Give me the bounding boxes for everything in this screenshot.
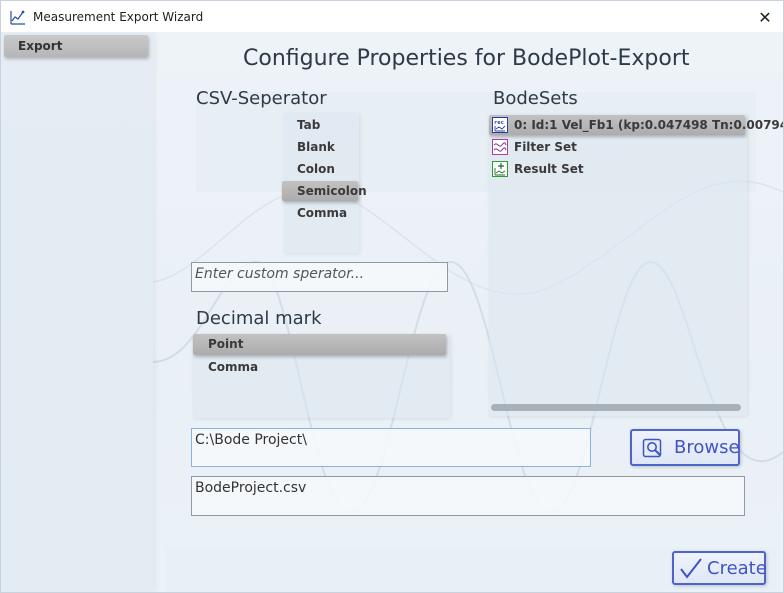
bodesets-title: BodeSets bbox=[493, 88, 578, 109]
bodeset-item-label: 0: Id:1 Vel_Fb1 (kp:0.047498 Tn:0.007947 bbox=[514, 118, 783, 132]
window-title: Measurement Export Wizard bbox=[33, 9, 204, 24]
csv-option-tab[interactable]: Tab bbox=[284, 115, 359, 135]
csv-separator-title: CSV-Seperator bbox=[196, 88, 327, 109]
bodeset-item-1[interactable]: Filter Set bbox=[489, 137, 745, 157]
create-button[interactable]: Create bbox=[672, 551, 767, 585]
create-label: Create bbox=[707, 557, 767, 579]
bodeset-item-label: Result Set bbox=[514, 162, 584, 176]
bodesets-list: rec 0: Id:1 Vel_Fb1 (kp:0.047498 Tn:0.00… bbox=[489, 114, 783, 416]
filter-set-icon bbox=[492, 139, 508, 155]
decimal-option-point[interactable]: Point bbox=[193, 334, 446, 355]
browse-search-icon bbox=[642, 437, 664, 459]
horizontal-scrollbar[interactable] bbox=[491, 404, 741, 411]
csv-option-colon[interactable]: Colon bbox=[284, 159, 359, 179]
app-chart-icon bbox=[9, 8, 27, 26]
svg-text:rec: rec bbox=[494, 120, 504, 126]
client-area: Export Configure Properties for BodePlot… bbox=[1, 32, 783, 592]
export-filename-field[interactable]: BodeProject.csv bbox=[191, 476, 745, 516]
browse-label: Browse bbox=[674, 437, 740, 458]
result-set-icon bbox=[492, 161, 508, 177]
csv-option-blank[interactable]: Blank bbox=[284, 137, 359, 157]
export-path-field[interactable]: C:\Bode Project\ bbox=[191, 428, 591, 467]
custom-separator-input[interactable]: Enter custom sperator... bbox=[191, 262, 448, 292]
bodeset-item-0[interactable]: rec 0: Id:1 Vel_Fb1 (kp:0.047498 Tn:0.00… bbox=[489, 115, 783, 135]
decimal-option-comma[interactable]: Comma bbox=[193, 357, 446, 377]
close-icon: ✕ bbox=[758, 7, 772, 27]
record-set-icon: rec bbox=[492, 117, 508, 133]
decimal-mark-list: Point Comma bbox=[193, 334, 450, 418]
title-bar: Measurement Export Wizard ✕ bbox=[1, 1, 783, 32]
csv-separator-list: Tab Blank Colon Semicolon Comma bbox=[282, 113, 367, 253]
wizard-window: Measurement Export Wizard ✕ Export Confi… bbox=[0, 0, 784, 593]
sidebar-item-export[interactable]: Export bbox=[4, 35, 148, 57]
decimal-mark-title: Decimal mark bbox=[196, 308, 322, 329]
checkmark-icon bbox=[679, 557, 703, 579]
browse-button[interactable]: Browse bbox=[630, 429, 740, 466]
page-title: Configure Properties for BodePlot-Export bbox=[243, 46, 690, 71]
csv-option-semicolon[interactable]: Semicolon bbox=[282, 181, 367, 201]
bodeset-item-2[interactable]: Result Set bbox=[489, 159, 745, 179]
bodeset-item-label: Filter Set bbox=[514, 140, 577, 154]
close-button[interactable]: ✕ bbox=[755, 7, 775, 27]
sidebar: Export bbox=[1, 32, 153, 592]
csv-option-comma[interactable]: Comma bbox=[284, 203, 359, 223]
